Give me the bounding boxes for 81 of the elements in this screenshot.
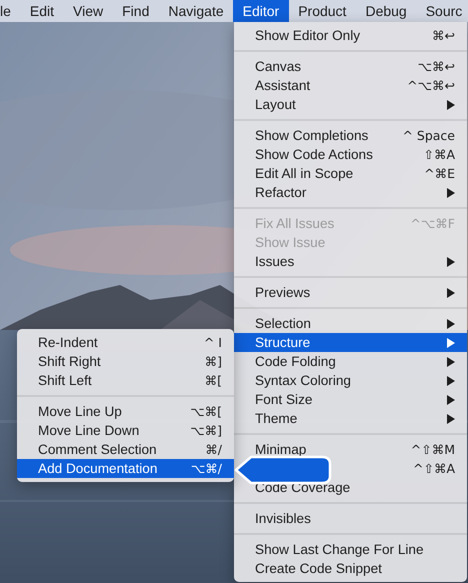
shortcut-label: ^⇧⌘M: [410, 442, 455, 457]
menu-item-label: Edit All in Scope: [255, 166, 354, 181]
shortcut-label: ^⌥⌘↩: [407, 78, 455, 93]
shortcut-label: ⌥⌘]: [190, 423, 222, 438]
menu-item[interactable]: Layout: [234, 95, 467, 114]
menu-item-label: Show Code Actions: [255, 147, 373, 162]
shortcut-label: ^⌥⌘F: [410, 216, 455, 231]
menu-item-label: Move Line Up: [38, 404, 122, 419]
shortcut-label: ⌥⌘↩: [418, 59, 455, 74]
menu-item[interactable]: Invisibles: [234, 509, 467, 528]
menu-item-label: Theme: [255, 411, 298, 426]
shortcut-label: ^ I: [204, 335, 222, 350]
menu-item-label: Shift Left: [38, 373, 92, 388]
shortcut-label: ^ Space: [402, 128, 455, 143]
menu-item-label: Invisibles: [255, 511, 311, 526]
menu-item[interactable]: Theme: [234, 409, 467, 428]
menu-item[interactable]: Add Documentation ⌥⌘/: [17, 459, 234, 478]
menu-item-label: Add Documentation: [38, 461, 158, 476]
menu-bar-item[interactable]: View: [64, 0, 113, 22]
menu-item-label: Code Folding: [255, 354, 336, 369]
shortcut-label: ⌥⌘[: [190, 404, 222, 419]
menu-item[interactable]: Code Folding: [234, 352, 467, 371]
menu-bar-item[interactable]: Debug: [356, 0, 416, 22]
menu-item-label: Move Line Down: [38, 423, 140, 438]
menu-item[interactable]: Move Line Up ⌥⌘[: [17, 402, 234, 421]
menu-item[interactable]: Show Completions ^ Space: [234, 126, 467, 145]
menu-item-label: Show Completions: [255, 128, 368, 143]
menu-bar-item[interactable]: Navigate: [158, 0, 234, 22]
menu-bar-item[interactable]: Find: [112, 0, 159, 22]
shortcut-label: ^⌘E: [424, 166, 455, 181]
menu-item-label: Re-Indent: [38, 335, 98, 350]
menu-item-label: Syntax Coloring: [255, 373, 351, 388]
shortcut-label: ⌥⌘/: [190, 461, 222, 476]
menu-bar-item[interactable]: Editor: [233, 0, 289, 22]
menu-item[interactable]: Selection: [234, 314, 467, 333]
menu-item-label: Show Issue: [255, 235, 326, 250]
menu-item[interactable]: Assistant ^⌥⌘↩: [234, 76, 467, 95]
menu-item-label: Fix All Issues: [255, 216, 334, 231]
menu-item-label: Shift Right: [38, 354, 101, 369]
menu-item[interactable]: Move Line Down ⌥⌘]: [17, 421, 234, 440]
menu-item-label: Canvas: [255, 59, 302, 74]
menu-item-label: Layout: [255, 97, 296, 112]
shortcut-label: ⇧⌘A: [423, 147, 455, 162]
menu-bar-item[interactable]: le: [0, 0, 20, 22]
menu-item-label: Selection: [255, 316, 311, 331]
menu-bar-item[interactable]: Product: [288, 0, 356, 22]
menu-item[interactable]: Issues: [234, 252, 467, 271]
menu-item-label: Create Code Snippet: [255, 561, 382, 576]
menu-item[interactable]: Show Code Actions ⇧⌘A: [234, 145, 467, 164]
menu-item[interactable]: Syntax Coloring: [234, 371, 467, 390]
menu-item[interactable]: Create Code Snippet: [234, 559, 467, 578]
shortcut-label: ^⇧⌘A: [413, 461, 455, 476]
shortcut-label: ⌘/: [205, 442, 222, 457]
menu-item[interactable]: Refactor: [234, 183, 467, 202]
shortcut-label: ⌘[: [204, 373, 222, 388]
menu-item[interactable]: Previews: [234, 283, 467, 302]
menu-item[interactable]: Show Editor Only ⌘↩: [234, 26, 467, 45]
menu-item[interactable]: Show Last Change For Line: [234, 540, 467, 559]
menu-item-label: Issues: [255, 254, 294, 269]
menu-item[interactable]: Minimap ^⇧⌘M: [234, 440, 467, 459]
menu-bar-item[interactable]: Sourc: [416, 0, 468, 22]
menu-item[interactable]: Edit All in Scope ^⌘E: [234, 164, 467, 183]
menu-item-label: Previews: [255, 285, 310, 300]
shortcut-label: ⌘]: [204, 354, 222, 369]
menu-item-label: Minimap: [255, 442, 306, 457]
menu-item-label: Comment Selection: [38, 442, 157, 457]
menu-item[interactable]: Comment Selection ⌘/: [17, 440, 234, 459]
menu-item[interactable]: Structure: [234, 333, 467, 352]
menu-item[interactable]: Shift Right ⌘]: [17, 352, 234, 371]
shortcut-label: ⌘↩: [432, 28, 455, 43]
menu-item[interactable]: Canvas ⌥⌘↩: [234, 57, 467, 76]
menu-bar-item[interactable]: Edit: [20, 0, 64, 22]
menu-item-label: Refactor: [255, 185, 306, 200]
menu-item-label: Show Last Change For Line: [255, 542, 424, 557]
menu-item-label: Font Size: [255, 392, 312, 407]
menu-item-label: Structure: [255, 335, 310, 350]
menu-item[interactable]: Shift Left ⌘[: [17, 371, 234, 390]
menu-item[interactable]: Re-Indent ^ I: [17, 333, 234, 352]
menu-item[interactable]: Font Size: [234, 390, 467, 409]
menu-item-label: Show Editor Only: [255, 28, 360, 43]
menu-item-label: Assistant: [255, 78, 310, 93]
